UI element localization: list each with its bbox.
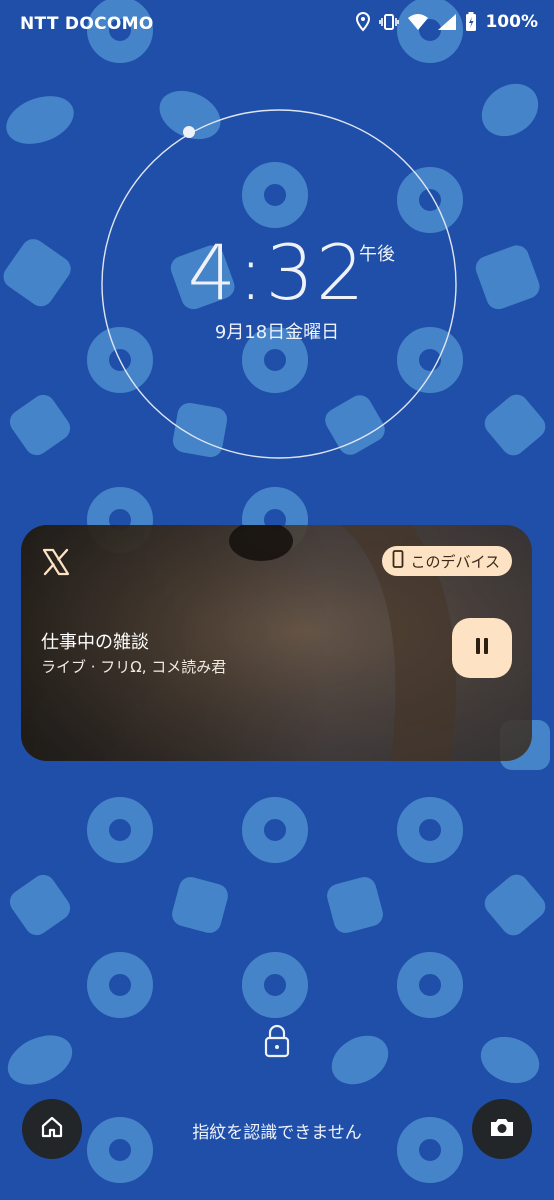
- signal-icon: [437, 13, 457, 31]
- fingerprint-message: 指紋を認識できません: [192, 1123, 362, 1143]
- wifi-icon: [407, 13, 429, 31]
- location-icon: [355, 12, 371, 32]
- battery-percent: 100%: [485, 12, 538, 32]
- media-player-card[interactable]: このデバイス 仕事中の雑談 ライブ · フリΩ, コメ読み君: [21, 525, 532, 761]
- media-title: 仕事中の雑談: [41, 632, 149, 653]
- status-icons: 100%: [355, 12, 538, 32]
- carrier-name: NTT DOCOMO: [20, 14, 154, 34]
- vibrate-icon: [379, 13, 400, 31]
- clock-date: 9月18日金曜日: [214, 322, 340, 343]
- camera-icon: [489, 1116, 515, 1142]
- clock-time: 4:32: [187, 228, 367, 317]
- clock-ampm: 午後: [359, 244, 395, 265]
- device-label: このデバイス: [410, 552, 500, 571]
- media-subtitle: ライブ · フリΩ, コメ読み君: [41, 658, 227, 676]
- status-bar: NTT DOCOMO 100%: [0, 0, 554, 52]
- lock-icon: [264, 1024, 290, 1058]
- x-logo-icon: [41, 547, 71, 577]
- phone-icon: [392, 550, 404, 572]
- pause-button[interactable]: [452, 618, 512, 678]
- pause-icon: [473, 637, 491, 659]
- camera-shortcut-button[interactable]: [472, 1099, 532, 1159]
- battery-charging-icon: [465, 12, 477, 32]
- output-device-chip[interactable]: このデバイス: [382, 546, 512, 576]
